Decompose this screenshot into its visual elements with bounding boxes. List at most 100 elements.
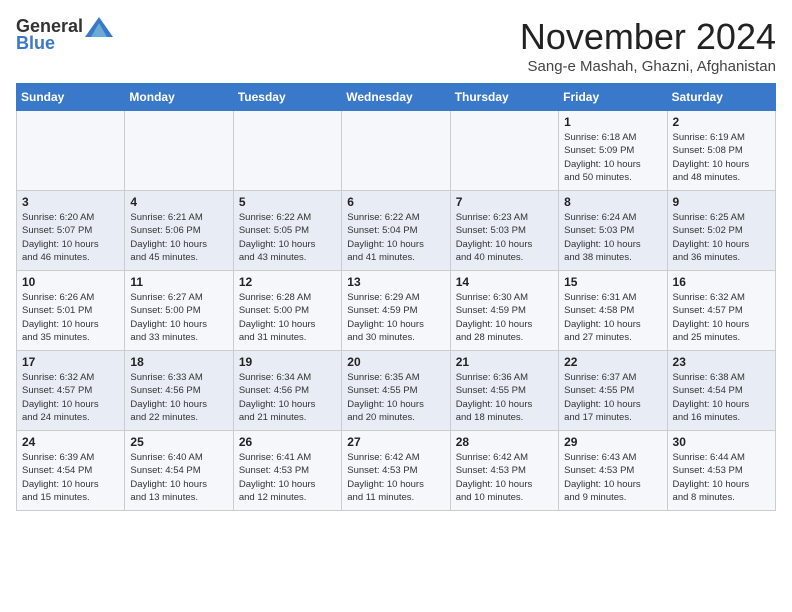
logo: General Blue [16,16,113,54]
day-number: 11 [130,275,227,289]
day-details: Sunrise: 6:31 AM Sunset: 4:58 PM Dayligh… [564,291,661,344]
day-number: 13 [347,275,444,289]
day-number: 20 [347,355,444,369]
day-details: Sunrise: 6:43 AM Sunset: 4:53 PM Dayligh… [564,451,661,504]
day-number: 6 [347,195,444,209]
day-number: 29 [564,435,661,449]
day-details: Sunrise: 6:20 AM Sunset: 5:07 PM Dayligh… [22,211,119,264]
day-number: 8 [564,195,661,209]
day-number: 19 [239,355,336,369]
day-number: 12 [239,275,336,289]
calendar-cell [125,111,233,191]
weekday-header-saturday: Saturday [667,84,775,111]
day-details: Sunrise: 6:32 AM Sunset: 4:57 PM Dayligh… [673,291,770,344]
day-details: Sunrise: 6:39 AM Sunset: 4:54 PM Dayligh… [22,451,119,504]
day-number: 15 [564,275,661,289]
day-number: 25 [130,435,227,449]
day-number: 1 [564,115,661,129]
day-details: Sunrise: 6:19 AM Sunset: 5:08 PM Dayligh… [673,131,770,184]
day-details: Sunrise: 6:29 AM Sunset: 4:59 PM Dayligh… [347,291,444,344]
calendar-cell: 14Sunrise: 6:30 AM Sunset: 4:59 PM Dayli… [450,271,558,351]
logo-icon [85,17,113,37]
calendar-cell: 30 Sunrise: 6:44 AM Sunset: 4:53 PM Dayli… [667,431,775,511]
day-details: Sunrise: 6:42 AM Sunset: 4:53 PM Dayligh… [347,451,444,504]
calendar-cell: 17Sunrise: 6:32 AM Sunset: 4:57 PM Dayli… [17,351,125,431]
day-number: 22 [564,355,661,369]
calendar-table: SundayMondayTuesdayWednesdayThursdayFrid… [16,83,776,511]
day-details: Sunrise: 6:38 AM Sunset: 4:54 PM Dayligh… [673,371,770,424]
day-number: 7 [456,195,553,209]
calendar-cell: 23 Sunrise: 6:38 AM Sunset: 4:54 PM Dayli… [667,351,775,431]
calendar-cell: 28 Sunrise: 6:42 AM Sunset: 4:53 PM Dayli… [450,431,558,511]
day-details: Sunrise: 6:44 AM Sunset: 4:53 PM Dayligh… [673,451,770,504]
day-details: Sunrise: 6:28 AM Sunset: 5:00 PM Dayligh… [239,291,336,344]
day-number: 16 [673,275,770,289]
calendar-cell: 10 Sunrise: 6:26 AM Sunset: 5:01 PM Dayli… [17,271,125,351]
calendar-cell: 22 Sunrise: 6:37 AM Sunset: 4:55 PM Dayli… [559,351,667,431]
calendar-cell: 1 Sunrise: 6:18 AM Sunset: 5:09 PM Daylig… [559,111,667,191]
day-details: Sunrise: 6:22 AM Sunset: 5:04 PM Dayligh… [347,211,444,264]
calendar-cell [17,111,125,191]
day-number: 3 [22,195,119,209]
weekday-header-row: SundayMondayTuesdayWednesdayThursdayFrid… [17,84,776,111]
day-number: 24 [22,435,119,449]
day-number: 21 [456,355,553,369]
calendar-cell [450,111,558,191]
day-details: Sunrise: 6:27 AM Sunset: 5:00 PM Dayligh… [130,291,227,344]
calendar-cell: 11 Sunrise: 6:27 AM Sunset: 5:00 PM Dayli… [125,271,233,351]
day-details: Sunrise: 6:32 AM Sunset: 4:57 PM Dayligh… [22,371,119,424]
day-number: 27 [347,435,444,449]
weekday-header-friday: Friday [559,84,667,111]
calendar-cell: 6 Sunrise: 6:22 AM Sunset: 5:04 PM Daylig… [342,191,450,271]
calendar-cell [342,111,450,191]
week-row-3: 10 Sunrise: 6:26 AM Sunset: 5:01 PM Dayli… [17,271,776,351]
day-number: 28 [456,435,553,449]
weekday-header-wednesday: Wednesday [342,84,450,111]
week-row-5: 24 Sunrise: 6:39 AM Sunset: 4:54 PM Dayli… [17,431,776,511]
calendar-cell: 3 Sunrise: 6:20 AM Sunset: 5:07 PM Daylig… [17,191,125,271]
day-number: 18 [130,355,227,369]
calendar-cell: 16 Sunrise: 6:32 AM Sunset: 4:57 PM Dayli… [667,271,775,351]
calendar-cell: 19 Sunrise: 6:34 AM Sunset: 4:56 PM Dayli… [233,351,341,431]
calendar-cell: 27 Sunrise: 6:42 AM Sunset: 4:53 PM Dayli… [342,431,450,511]
day-details: Sunrise: 6:36 AM Sunset: 4:55 PM Dayligh… [456,371,553,424]
day-number: 2 [673,115,770,129]
day-number: 23 [673,355,770,369]
day-details: Sunrise: 6:42 AM Sunset: 4:53 PM Dayligh… [456,451,553,504]
calendar-cell: 5 Sunrise: 6:22 AM Sunset: 5:05 PM Daylig… [233,191,341,271]
day-number: 26 [239,435,336,449]
day-details: Sunrise: 6:33 AM Sunset: 4:56 PM Dayligh… [130,371,227,424]
week-row-4: 17Sunrise: 6:32 AM Sunset: 4:57 PM Dayli… [17,351,776,431]
day-number: 10 [22,275,119,289]
day-details: Sunrise: 6:40 AM Sunset: 4:54 PM Dayligh… [130,451,227,504]
day-details: Sunrise: 6:22 AM Sunset: 5:05 PM Dayligh… [239,211,336,264]
weekday-header-tuesday: Tuesday [233,84,341,111]
day-details: Sunrise: 6:18 AM Sunset: 5:09 PM Dayligh… [564,131,661,184]
logo-blue-text: Blue [16,33,55,54]
calendar-cell: 2 Sunrise: 6:19 AM Sunset: 5:08 PM Daylig… [667,111,775,191]
week-row-1: 1 Sunrise: 6:18 AM Sunset: 5:09 PM Daylig… [17,111,776,191]
calendar-cell: 9Sunrise: 6:25 AM Sunset: 5:02 PM Daylig… [667,191,775,271]
day-details: Sunrise: 6:21 AM Sunset: 5:06 PM Dayligh… [130,211,227,264]
calendar-cell: 29 Sunrise: 6:43 AM Sunset: 4:53 PM Dayli… [559,431,667,511]
month-title: November 2024 [520,16,776,58]
calendar-cell: 13 Sunrise: 6:29 AM Sunset: 4:59 PM Dayli… [342,271,450,351]
calendar-cell: 21 Sunrise: 6:36 AM Sunset: 4:55 PM Dayli… [450,351,558,431]
calendar-cell: 4Sunrise: 6:21 AM Sunset: 5:06 PM Daylig… [125,191,233,271]
calendar-cell: 24 Sunrise: 6:39 AM Sunset: 4:54 PM Dayli… [17,431,125,511]
day-details: Sunrise: 6:37 AM Sunset: 4:55 PM Dayligh… [564,371,661,424]
day-details: Sunrise: 6:35 AM Sunset: 4:55 PM Dayligh… [347,371,444,424]
week-row-2: 3 Sunrise: 6:20 AM Sunset: 5:07 PM Daylig… [17,191,776,271]
calendar-cell: 26Sunrise: 6:41 AM Sunset: 4:53 PM Dayli… [233,431,341,511]
day-number: 5 [239,195,336,209]
day-details: Sunrise: 6:34 AM Sunset: 4:56 PM Dayligh… [239,371,336,424]
calendar-cell: 15 Sunrise: 6:31 AM Sunset: 4:58 PM Dayli… [559,271,667,351]
day-details: Sunrise: 6:30 AM Sunset: 4:59 PM Dayligh… [456,291,553,344]
day-details: Sunrise: 6:24 AM Sunset: 5:03 PM Dayligh… [564,211,661,264]
day-details: Sunrise: 6:25 AM Sunset: 5:02 PM Dayligh… [673,211,770,264]
day-number: 30 [673,435,770,449]
page-header: General Blue November 2024 Sang-e Mashah… [16,16,776,75]
weekday-header-sunday: Sunday [17,84,125,111]
title-section: November 2024 Sang-e Mashah, Ghazni, Afg… [520,16,776,75]
day-details: Sunrise: 6:26 AM Sunset: 5:01 PM Dayligh… [22,291,119,344]
